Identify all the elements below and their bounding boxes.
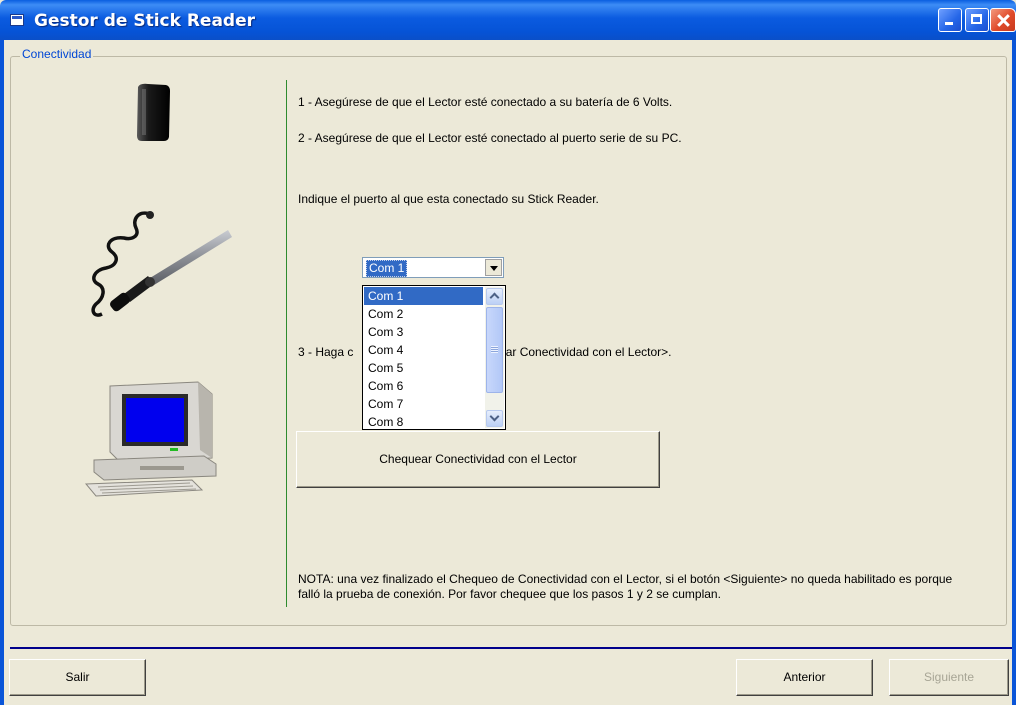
maximize-button[interactable] — [965, 8, 989, 32]
chevron-down-icon[interactable] — [485, 259, 502, 276]
next-button[interactable]: Siguiente — [889, 659, 1009, 696]
port-option[interactable]: Com 2 — [364, 305, 483, 323]
bottom-separator — [10, 647, 1012, 649]
port-option[interactable]: Com 1 — [364, 287, 483, 305]
close-button[interactable] — [990, 8, 1016, 32]
note-text: NOTA: una vez finalizado el Chequeo de C… — [298, 572, 953, 601]
groupbox-label: Conectividad — [20, 47, 94, 61]
window-frame-right — [1012, 40, 1016, 705]
check-connectivity-button[interactable]: Chequear Conectividad con el Lector — [296, 431, 660, 488]
step-3-text-right: uear Conectividad con el Lector>. — [492, 345, 672, 359]
scroll-down-icon[interactable] — [486, 410, 503, 427]
port-option[interactable]: Com 8 — [364, 413, 483, 429]
exit-button[interactable]: Salir — [9, 659, 146, 696]
port-option[interactable]: Com 3 — [364, 323, 483, 341]
app-window-icon[interactable] — [10, 14, 24, 26]
vertical-divider — [286, 80, 287, 607]
port-option[interactable]: Com 7 — [364, 395, 483, 413]
battery-icon — [137, 83, 170, 141]
window-frame-left — [0, 40, 4, 705]
dropdown-scrollbar[interactable] — [485, 287, 504, 428]
port-option[interactable]: Com 4 — [364, 341, 483, 359]
back-button[interactable]: Anterior — [736, 659, 873, 696]
step-2-text: 2 - Asegúrese de que el Lector esté cone… — [298, 131, 682, 145]
step-1-text: 1 - Asegúrese de que el Lector esté cone… — [298, 95, 673, 109]
title-bar[interactable]: Gestor de Stick Reader — [0, 0, 1016, 40]
port-option[interactable]: Com 6 — [364, 377, 483, 395]
port-option[interactable]: Com 5 — [364, 359, 483, 377]
port-combobox[interactable]: Com 1 — [362, 257, 504, 278]
stick-reader-icon — [91, 211, 232, 317]
window-title: Gestor de Stick Reader — [34, 11, 255, 31]
step-3-text-left: 3 - Haga c — [298, 345, 354, 359]
port-combobox-value[interactable]: Com 1 — [366, 260, 408, 277]
port-prompt-text: Indique el puerto al que esta conectado … — [298, 192, 599, 206]
scroll-up-icon[interactable] — [486, 288, 503, 305]
port-dropdown-list[interactable]: Com 1 Com 2 Com 3 Com 4 Com 5 Com 6 Com … — [362, 285, 506, 430]
minimize-button[interactable] — [938, 8, 962, 32]
computer-icon — [84, 381, 217, 497]
scroll-thumb[interactable] — [486, 307, 503, 393]
